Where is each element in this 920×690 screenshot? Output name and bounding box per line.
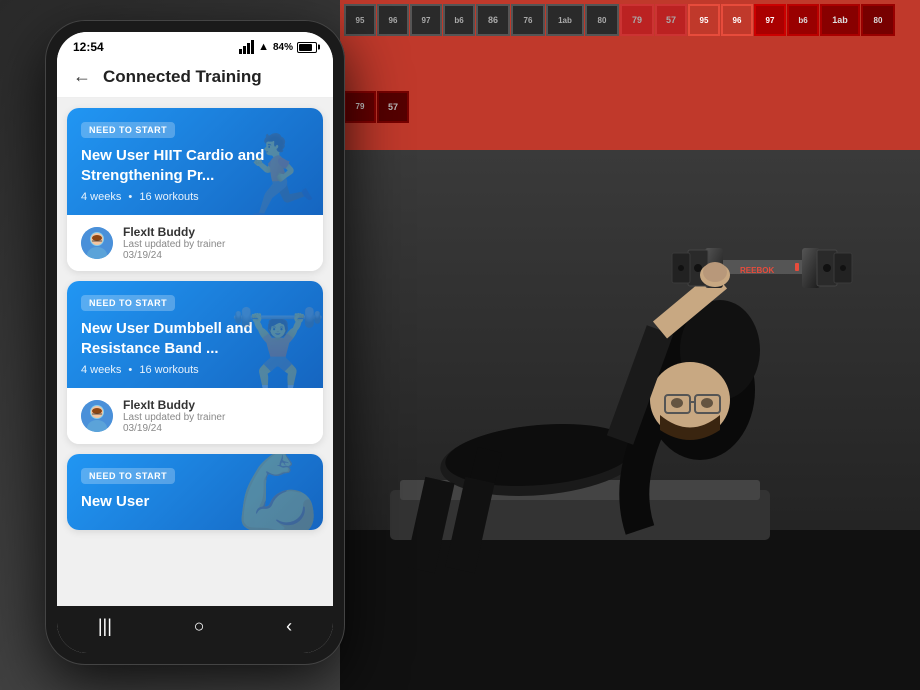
training-card-2[interactable]: 🏋 NEED TO START New User Dumbbell and Re…	[67, 281, 323, 444]
need-to-start-badge-3: NEED TO START	[81, 468, 175, 484]
trainer-name-1: FlexIt Buddy	[123, 225, 309, 239]
signal-bar-2	[243, 46, 246, 54]
phone-wrapper: 12:54 ▲ 84% ← C	[45, 20, 345, 665]
battery-text: 84%	[273, 42, 293, 53]
signal-bar-4	[251, 40, 254, 54]
nav-back-icon[interactable]: ‹	[286, 616, 292, 637]
status-bar: 12:54 ▲ 84%	[57, 32, 333, 58]
training-card-1[interactable]: 🏃 NEED TO START New User HIIT Cardio and…	[67, 108, 323, 271]
last-updated-1: Last updated by trainer 03/19/24	[123, 239, 309, 261]
need-to-start-badge-2: NEED TO START	[81, 295, 175, 311]
phone-outer: 12:54 ▲ 84% ← C	[45, 20, 345, 665]
status-icons: ▲ 84%	[239, 40, 317, 54]
app-header: ← Connected Training	[57, 58, 333, 98]
signal-bar-1	[239, 49, 242, 54]
trainer-name-2: FlexIt Buddy	[123, 398, 309, 412]
trainer-info-1: FlexIt Buddy Last updated by trainer 03/…	[123, 225, 309, 261]
signal-bar-3	[247, 43, 250, 54]
card-top-1: 🏃 NEED TO START New User HIIT Cardio and…	[67, 108, 323, 215]
training-card-3[interactable]: 💪 NEED TO START New User	[67, 454, 323, 530]
need-to-start-badge-1: NEED TO START	[81, 122, 175, 138]
meta-dot-2: •	[128, 364, 132, 376]
nav-recents-icon[interactable]: |||	[98, 616, 112, 637]
gym-scene: 95 96 97 b6 86 76 1ab 80 79 57 95 96 97 …	[340, 0, 920, 690]
card-bg-icon-2: 🏋	[228, 304, 323, 388]
card-top-2: 🏋 NEED TO START New User Dumbbell and Re…	[67, 281, 323, 388]
page-title: Connected Training	[103, 67, 262, 87]
back-button[interactable]: ←	[73, 66, 91, 87]
signal-bars	[239, 40, 254, 54]
bottom-nav: ||| ○ ‹	[57, 606, 333, 653]
card-bg-icon-1: 🏃	[228, 131, 323, 215]
card-weeks-2: 4 weeks	[81, 364, 121, 376]
trainer-info-2: FlexIt Buddy Last updated by trainer 03/…	[123, 398, 309, 434]
meta-dot-1: •	[128, 191, 132, 203]
card-weeks-1: 4 weeks	[81, 191, 121, 203]
status-time: 12:54	[73, 40, 104, 54]
card-top-3: 💪 NEED TO START New User	[67, 454, 323, 530]
card-bottom-2: FlexIt Buddy Last updated by trainer 03/…	[67, 388, 323, 444]
battery-icon	[297, 42, 317, 53]
battery-fill	[299, 44, 312, 51]
nav-home-icon[interactable]: ○	[194, 616, 205, 637]
trainer-avatar-1	[81, 227, 113, 259]
svg-text:REEBOK: REEBOK	[740, 266, 774, 275]
person-lifting: REEBOK	[340, 150, 920, 690]
card-bg-icon-3: 💪	[228, 454, 323, 530]
phone-screen: 12:54 ▲ 84% ← C	[57, 32, 333, 653]
last-updated-2: Last updated by trainer 03/19/24	[123, 412, 309, 434]
trainer-avatar-2	[81, 400, 113, 432]
card-workouts-2: 16 workouts	[139, 364, 198, 376]
training-list[interactable]: 🏃 NEED TO START New User HIIT Cardio and…	[57, 98, 333, 606]
wifi-icon: ▲	[258, 41, 269, 53]
card-workouts-1: 16 workouts	[139, 191, 198, 203]
card-bottom-1: FlexIt Buddy Last updated by trainer 03/…	[67, 215, 323, 271]
